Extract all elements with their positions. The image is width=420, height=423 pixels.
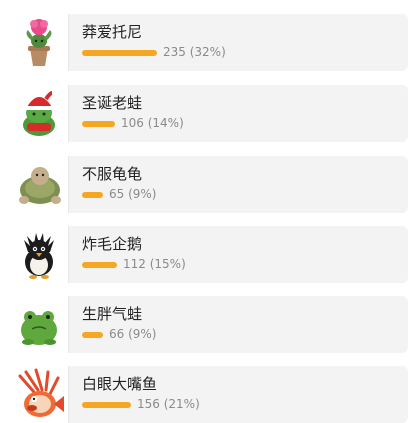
item-name: 生胖气蛙	[82, 305, 143, 323]
item-name: 莽爱托尼	[82, 23, 143, 41]
item-name: 圣诞老蛙	[82, 94, 143, 112]
list-item[interactable]: 生胖气蛙 66 (9%)	[10, 296, 408, 353]
vote-count: 66 (9%)	[109, 327, 157, 341]
lionfish-plush-icon	[10, 366, 69, 423]
penguin-plush-icon	[10, 226, 69, 283]
potted-plant-plush-icon	[10, 14, 69, 71]
item-name: 白眼大嘴鱼	[82, 375, 158, 393]
vote-count: 65 (9%)	[109, 187, 157, 201]
vote-count: 112 (15%)	[123, 257, 186, 271]
list-item[interactable]: 莽爱托尼 235 (32%)	[10, 14, 408, 71]
vote-bar	[82, 332, 103, 338]
vote-bar	[82, 50, 157, 56]
grumpy-frog-plush-icon	[10, 296, 69, 353]
turtle-plush-icon	[10, 156, 69, 213]
item-name: 不服龟龟	[82, 165, 143, 183]
santa-frog-plush-icon	[10, 85, 69, 142]
list-item[interactable]: 炸毛企鹅 112 (15%)	[10, 226, 408, 283]
list-item[interactable]: 白眼大嘴鱼 156 (21%)	[10, 366, 408, 423]
vote-count: 156 (21%)	[137, 397, 200, 411]
vote-bar	[82, 262, 117, 268]
vote-bar	[82, 192, 103, 198]
list-item[interactable]: 圣诞老蛙 106 (14%)	[10, 85, 408, 142]
item-name: 炸毛企鹅	[82, 235, 143, 253]
vote-bar	[82, 402, 131, 408]
list-item[interactable]: 不服龟龟 65 (9%)	[10, 156, 408, 213]
vote-bar	[82, 121, 115, 127]
vote-count: 106 (14%)	[121, 116, 184, 130]
vote-count: 235 (32%)	[163, 45, 226, 59]
